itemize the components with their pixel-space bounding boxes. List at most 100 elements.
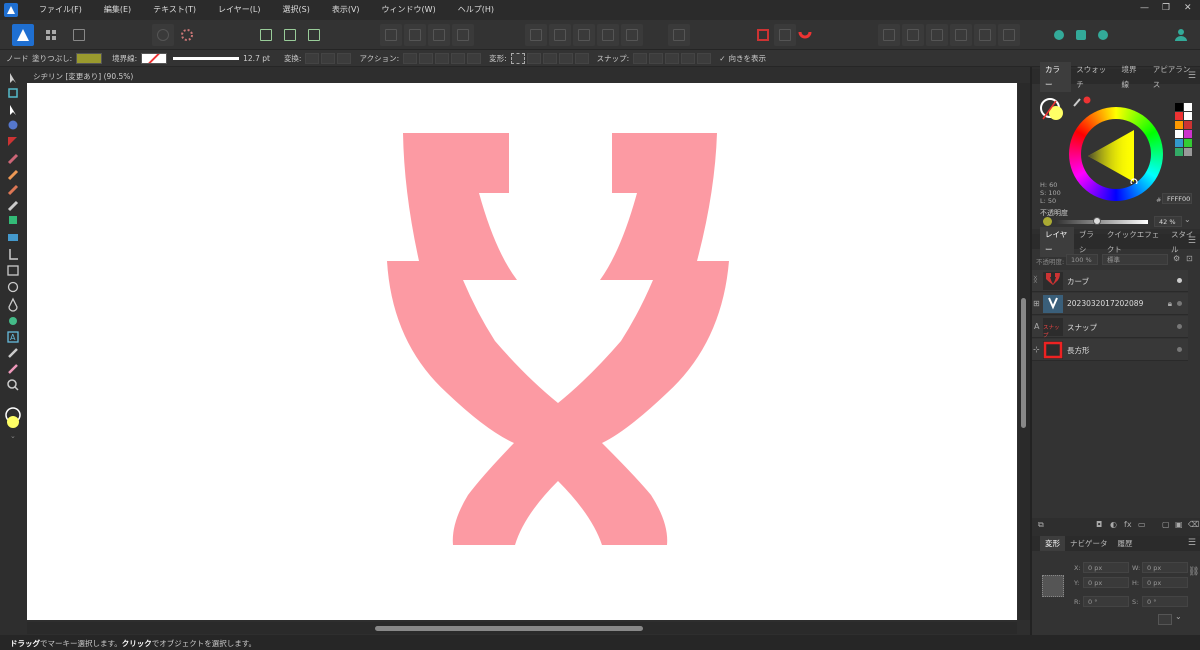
tab-quick-effects[interactable]: クイックエフェクト <box>1102 227 1166 257</box>
fill-color-icon[interactable] <box>7 416 19 428</box>
snap-button-1[interactable] <box>633 52 648 64</box>
color-picker-tool-icon[interactable] <box>8 364 18 374</box>
menu-text[interactable]: テキスト(T) <box>142 0 207 20</box>
select-all-nodes-button[interactable] <box>255 24 277 46</box>
deselect-node-button[interactable] <box>303 24 325 46</box>
transform-button-2[interactable] <box>526 52 541 64</box>
vertical-scroll-thumb[interactable] <box>1021 298 1026 428</box>
opacity-input[interactable]: 42 % <box>1154 216 1182 227</box>
restore-button[interactable]: ❐ <box>1162 3 1170 13</box>
tab-stroke[interactable]: 境界線 <box>1117 62 1148 92</box>
transparency-tool-icon[interactable] <box>7 200 19 212</box>
arrange-button-3[interactable] <box>428 24 450 46</box>
arrange-button-1[interactable] <box>380 24 402 46</box>
eyedropper-tool-icon[interactable] <box>8 348 18 358</box>
chevron-down-icon[interactable]: ⌄ <box>1175 612 1182 621</box>
action-button-2[interactable] <box>419 52 434 64</box>
user-account-icon[interactable] <box>1170 24 1192 46</box>
stroke-width-slider[interactable] <box>173 56 240 60</box>
boolean-button-3[interactable] <box>926 24 948 46</box>
menu-help[interactable]: ヘルプ(H) <box>447 0 505 20</box>
layer-row-text[interactable]: A スナップ スナップ <box>1032 316 1188 339</box>
place-image-tool-icon[interactable] <box>9 216 17 224</box>
layer-visibility-toggle[interactable] <box>1177 278 1182 283</box>
color-triangle[interactable] <box>1086 124 1146 184</box>
menu-select[interactable]: 選択(S) <box>272 0 321 20</box>
ellipse-tool-icon[interactable] <box>7 281 19 293</box>
convert-smart-button[interactable] <box>337 52 352 64</box>
tab-swatches[interactable]: スウォッチ <box>1071 62 1116 92</box>
layer-row-rectangle[interactable]: ⊹ 長方形 <box>1032 339 1188 361</box>
tab-brushes[interactable]: ブラシ <box>1074 227 1102 257</box>
transform-mode-button[interactable] <box>510 52 525 64</box>
tab-layers[interactable]: レイヤー <box>1040 226 1074 257</box>
corner-tool-icon[interactable] <box>8 120 18 130</box>
live-filter-icon[interactable]: ◐ <box>1110 520 1117 529</box>
vertical-scrollbar[interactable] <box>1018 83 1030 620</box>
swap-colors-icon[interactable]: ⌄ <box>10 432 16 440</box>
gear-shape-tool-icon[interactable] <box>9 317 17 325</box>
export-persona-button[interactable] <box>68 24 90 46</box>
select-node-button[interactable] <box>279 24 301 46</box>
boolean-button-1[interactable] <box>878 24 900 46</box>
pencil-tool-icon[interactable] <box>7 153 19 165</box>
pen-tool-icon[interactable] <box>8 137 17 146</box>
menu-layer[interactable]: レイヤー(L) <box>207 0 271 20</box>
x-input[interactable]: 0 px <box>1083 562 1129 573</box>
action-button-1[interactable] <box>403 52 418 64</box>
layer-visibility-toggle[interactable] <box>1177 324 1182 329</box>
layer-row-image[interactable]: ⊞ 2023032017202089 🔒︎ <box>1032 293 1188 315</box>
tab-transform[interactable]: 変形 <box>1040 536 1065 551</box>
layer-row-curve[interactable]: ᛝ カーブ <box>1032 270 1188 292</box>
menu-view[interactable]: 表示(V) <box>321 0 371 20</box>
tab-history[interactable]: 履歴 <box>1113 536 1138 551</box>
fx-icon[interactable]: fx <box>1124 520 1132 529</box>
move-tool-icon[interactable] <box>10 73 16 83</box>
snapping-icon[interactable] <box>752 24 774 46</box>
geometry-button-5[interactable] <box>621 24 643 46</box>
snap-node-button[interactable] <box>152 24 174 46</box>
trash-icon[interactable]: ⌫ <box>1188 520 1199 529</box>
gear-icon[interactable] <box>176 24 198 46</box>
vector-brush-tool-icon[interactable] <box>7 169 19 181</box>
layer-visibility-toggle[interactable] <box>1177 301 1182 306</box>
gear-icon-layers[interactable]: ⚙ <box>1173 254 1180 263</box>
anchor-selector[interactable] <box>1042 575 1064 597</box>
group-icon[interactable]: ▭ <box>1138 520 1146 529</box>
width-input[interactable]: 0 px <box>1142 562 1188 573</box>
hex-input[interactable]: FFFF00 <box>1162 193 1192 204</box>
layer-opacity-input[interactable]: 100 % <box>1066 254 1098 265</box>
fill-tool-icon[interactable] <box>7 184 19 196</box>
text-tool-icon[interactable]: A <box>7 331 19 343</box>
tab-color[interactable]: カラー <box>1040 61 1072 92</box>
y-input[interactable]: 0 px <box>1083 577 1129 588</box>
geometry-button-2[interactable] <box>549 24 571 46</box>
curve-shape[interactable] <box>387 133 729 545</box>
menu-edit[interactable]: 編集(E) <box>93 0 142 20</box>
contour-tool-icon[interactable] <box>10 105 16 115</box>
duplicate-icon[interactable]: ▣ <box>1175 520 1183 529</box>
transform-options-button[interactable] <box>1158 614 1172 625</box>
zoom-tool-icon[interactable] <box>7 379 19 391</box>
shear-input[interactable]: 0 ° <box>1142 596 1188 607</box>
lock-icon[interactable]: 🔒︎ <box>1168 299 1172 309</box>
convert-smooth-button[interactable] <box>321 52 336 64</box>
boolean-button-6[interactable] <box>998 24 1020 46</box>
transform-button-5[interactable] <box>574 52 589 64</box>
menu-file[interactable]: ファイル(F) <box>28 0 93 20</box>
designer-persona-button[interactable] <box>12 24 34 46</box>
add-layer-icon[interactable]: ▢ <box>1162 520 1170 529</box>
transform-button[interactable] <box>668 24 690 46</box>
link-icon[interactable]: ⛓︎ <box>1188 567 1199 577</box>
action-button-5[interactable] <box>467 52 482 64</box>
rotation-input[interactable]: 0 ° <box>1083 596 1129 607</box>
snap-button-2[interactable] <box>649 52 664 64</box>
transform-menu-icon[interactable]: ☰ <box>1188 538 1196 548</box>
node-tool-icon[interactable] <box>8 88 18 98</box>
geometry-button-4[interactable] <box>597 24 619 46</box>
layer-mask-icon[interactable]: ⧉ <box>1038 520 1044 530</box>
tab-navigator[interactable]: ナビゲータ <box>1065 536 1113 551</box>
horizontal-scroll-thumb[interactable] <box>375 626 643 631</box>
transform-button-3[interactable] <box>542 52 557 64</box>
transform-button-4[interactable] <box>558 52 573 64</box>
